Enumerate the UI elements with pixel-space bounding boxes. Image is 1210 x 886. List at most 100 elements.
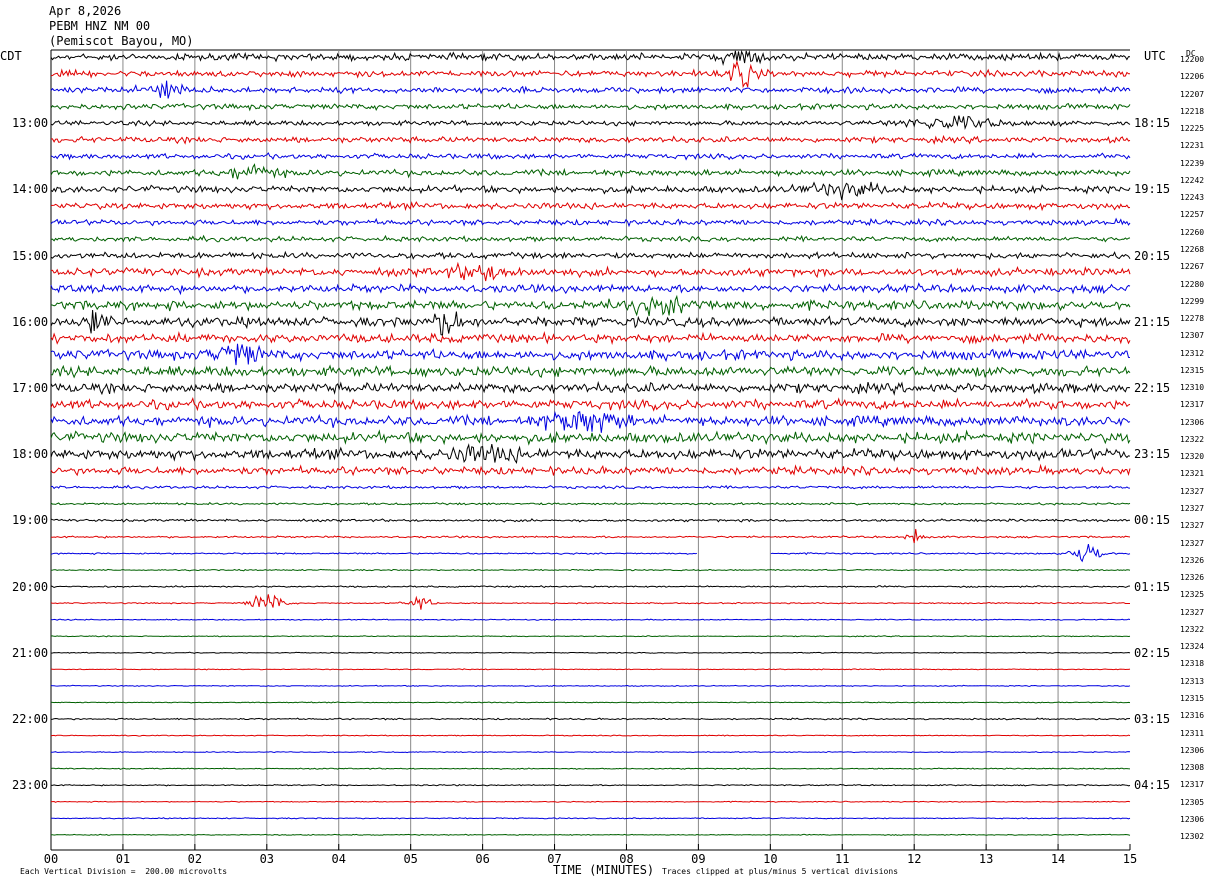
date-label: Apr 8,2026 (49, 4, 122, 18)
left-hour-label: 13:00 (12, 116, 49, 131)
dc-offset-label: 12306 (1180, 417, 1205, 427)
left-hour-label: 23:00 (12, 778, 49, 793)
x-tick-label: 12 (907, 852, 921, 866)
dc-offset-label: 12243 (1180, 193, 1205, 203)
right-hour-label: 23:15 (1134, 447, 1171, 462)
dc-offset-label: 12315 (1180, 365, 1205, 375)
trace-12 (50, 234, 1131, 243)
trace-2 (50, 59, 1131, 89)
left-hour-label: 14:00 (12, 182, 49, 197)
trace-13 (50, 250, 1131, 261)
trace-24 (50, 429, 1131, 446)
trace-6 (51, 134, 1131, 145)
trace-29 (50, 518, 1130, 523)
trace-44 (50, 767, 1131, 770)
dc-offset-label: 12207 (1180, 89, 1205, 99)
trace-9 (50, 181, 1131, 201)
dc-offset-label: 12306 (1180, 814, 1205, 824)
trace-34 (50, 594, 1130, 610)
dc-offset-label: 12239 (1180, 158, 1205, 168)
right-hour-label: 04:15 (1134, 778, 1171, 793)
dc-offset-label: 12231 (1180, 141, 1205, 151)
dc-offset-label: 12278 (1180, 314, 1205, 324)
dc-offset-label: 12280 (1180, 279, 1205, 289)
left-hour-label: 19:00 (12, 513, 49, 528)
dc-offset-label: 12327 (1180, 521, 1205, 531)
right-hour-label: 18:15 (1134, 116, 1171, 131)
left-hour-label: 17:00 (12, 381, 49, 395)
trace-19 (50, 343, 1131, 366)
dc-offset-label: 12200 (1180, 55, 1205, 64)
dc-offset-label: 12242 (1180, 175, 1205, 185)
trace-22 (50, 396, 1131, 412)
scale-note: Each Vertical Division = 200.00 microvol… (20, 867, 228, 876)
left-hour-label: 22:00 (12, 712, 49, 726)
dc-offset-label: 12327 (1180, 486, 1205, 496)
trace-3 (50, 80, 1131, 99)
right-hour-label: 03:15 (1134, 712, 1171, 726)
dc-offset-label: 12322 (1180, 624, 1205, 634)
seismogram-plot: 00 01 02 03 04 05 06 07 08 09 10 11 12 13 14 15 (44, 49, 1137, 866)
dc-offset-label: 12311 (1180, 728, 1205, 738)
dc-offset-label: 12267 (1180, 262, 1205, 272)
x-tick-label: 00 (44, 852, 58, 866)
trace-46 (50, 800, 1131, 803)
dc-offset-label: 12327 (1180, 607, 1205, 617)
left-timezone-label: CDT (0, 49, 22, 63)
dc-offset-label: 12326 (1180, 573, 1205, 583)
left-hour-label: 21:00 (12, 645, 49, 660)
station-label: PEBM HNZ NM 00 (49, 19, 151, 33)
left-hour-label: 15:00 (12, 248, 49, 263)
right-hour-label: 02:15 (1134, 645, 1171, 660)
x-tick-label: 01 (116, 852, 130, 866)
x-axis-title: TIME (MINUTES) (553, 863, 655, 877)
trace-14 (50, 261, 1131, 282)
dc-offset-label: 12317 (1180, 400, 1205, 410)
left-hour-label: 16:00 (12, 314, 49, 329)
dc-offset-label: 12327 (1180, 538, 1205, 548)
dc-offset-label: 12268 (1180, 244, 1205, 254)
dc-offset-label: 12317 (1180, 780, 1205, 790)
right-hour-label: 01:15 (1134, 579, 1171, 594)
right-hour-label: 19:15 (1134, 182, 1171, 197)
dc-offset-label: 12326 (1180, 555, 1205, 565)
right-hour-label: 00:15 (1134, 513, 1171, 528)
trace-5 (50, 115, 1131, 131)
trace-42 (50, 734, 1131, 737)
trace-32 (50, 568, 1131, 572)
trace-25 (50, 443, 1131, 464)
x-tick-label: 14 (1051, 852, 1065, 866)
trace-39 (50, 684, 1131, 688)
trace-1 (50, 50, 1131, 67)
trace-8 (50, 163, 1131, 180)
x-tick-label: 09 (691, 852, 705, 866)
trace-35 (50, 618, 1131, 621)
trace-38 (50, 668, 1131, 671)
dc-offset-label: 12307 (1180, 331, 1205, 341)
dc-offset-label: 12302 (1180, 832, 1205, 842)
trace-48 (50, 833, 1131, 836)
trace-47 (51, 817, 1131, 820)
x-tick-label: 05 (403, 852, 417, 866)
x-tick-label: 13 (979, 852, 993, 866)
dc-offset-label: 12306 (1180, 745, 1205, 755)
trace-10 (50, 200, 1131, 212)
trace-7 (50, 152, 1131, 161)
x-tick-label: 04 (332, 852, 346, 866)
dc-offset-label: 12321 (1180, 469, 1205, 479)
minute-gridlines (50, 49, 1130, 850)
trace-36 (50, 635, 1131, 638)
seismic-traces (50, 50, 1131, 836)
trace-26 (50, 463, 1131, 477)
trace-4 (50, 102, 1131, 112)
trace-41 (50, 717, 1131, 721)
trace-16 (50, 294, 1131, 317)
clip-note: Traces clipped at plus/minus 5 vertical … (662, 867, 899, 876)
dc-offset-label: 12312 (1180, 348, 1205, 358)
trace-30 (50, 528, 1131, 544)
x-tick-label: 15 (1123, 852, 1137, 866)
dc-offset-label: 12316 (1180, 711, 1205, 721)
dc-offset-label: 12305 (1180, 797, 1205, 807)
dc-offset-label: 12299 (1180, 296, 1205, 306)
dc-offset-label: 12315 (1180, 693, 1205, 703)
